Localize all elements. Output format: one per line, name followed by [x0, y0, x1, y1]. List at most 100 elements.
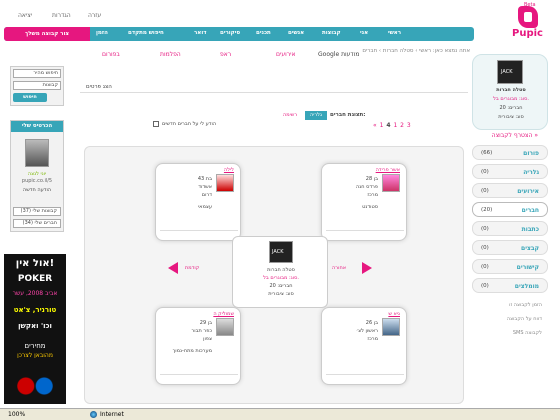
member-city: ראשון לצ׳ [356, 328, 378, 334]
tab-count: (0) [481, 226, 489, 232]
logo-text: Pupic [512, 28, 543, 39]
member-occupation: עצמאי [198, 204, 212, 210]
ad-line: מחירים [24, 342, 46, 350]
tab-forum[interactable]: פורום (66) [472, 145, 548, 160]
tab-members[interactable]: חברים (20) [472, 202, 548, 217]
pager-prev[interactable]: « 1 [373, 122, 384, 129]
user-site[interactable]: pupic.co.il/5 [11, 178, 63, 184]
member-tools[interactable] [160, 230, 238, 237]
member-city: כפר תבור [191, 328, 212, 334]
tab-links[interactable]: קישורים (0) [472, 259, 548, 274]
search-scope-select[interactable]: קבוצות [13, 81, 61, 90]
prev-label[interactable]: קודמת [185, 265, 199, 271]
nav-invite[interactable]: הזמן [96, 30, 108, 39]
avatar[interactable] [25, 139, 49, 167]
member-name[interactable]: שמוליק ה [213, 311, 234, 317]
notify-checkbox[interactable] [153, 121, 159, 127]
view-list-link[interactable]: רשימה [283, 112, 297, 118]
tab-files[interactable]: קבצים (0) [472, 240, 548, 255]
center-group-type: סוג: מבוגרים בל. [263, 275, 299, 281]
pupic-logo[interactable]: Beta Pupic [500, 2, 552, 40]
member-name[interactable]: אשר פרידה [376, 167, 400, 173]
nav-groups[interactable]: קבוצות [322, 30, 341, 39]
notify-label: הודע לי על חברים חדשים [162, 121, 217, 127]
tab-articles[interactable]: כתבות (0) [472, 221, 548, 236]
main-nav: צור קבוצה משלך הזמן חיפוש מתקדם דואר סיק… [4, 27, 474, 41]
subnav-forum[interactable]: בפורום [102, 51, 120, 58]
nav-me[interactable]: אני [360, 30, 368, 39]
subnav-rav[interactable]: ראפ [220, 51, 231, 58]
member-region: מרכז [367, 192, 378, 198]
pager[interactable]: « 1 4 1 2 3 [373, 122, 411, 129]
center-group-members: חברים: 20 [269, 283, 293, 289]
nav-content[interactable]: תכנים [256, 30, 271, 39]
member-card[interactable]: גיא ש בן 26 ראשון לצ׳ מרכז [321, 307, 407, 385]
member-name[interactable]: לילה [224, 167, 234, 173]
view-gallery-button[interactable]: גלריה [305, 111, 327, 120]
member-region: צפון [203, 336, 212, 342]
subnav-events[interactable]: אירועים [276, 51, 295, 58]
member-tools[interactable] [326, 374, 404, 381]
center-group-name: סטלה חברות [267, 267, 295, 273]
pager-current: 4 [386, 122, 392, 129]
create-group-button[interactable]: צור קבוצה משלך [4, 27, 90, 41]
tab-gallery[interactable]: גלריה (0) [472, 164, 548, 179]
help-link[interactable]: עזרה [88, 12, 101, 19]
pager-next[interactable]: 1 2 3 [393, 122, 411, 129]
group-logo[interactable] [497, 60, 523, 84]
invite-to-group-link[interactable]: הזמן לקבוצה זו [472, 302, 542, 308]
my-card-box: הכרטיס שלי יוני לנצה pupic.co.il/5 הודעה… [10, 120, 64, 232]
member-card[interactable]: לילה בת 43 אשדוד דרום עצמאי [155, 163, 241, 241]
join-group-link[interactable]: הצטרף לקבוצה » [472, 132, 548, 139]
member-tools[interactable] [160, 374, 238, 381]
logout-link[interactable]: יציאה [18, 12, 32, 19]
breadcrumb: אתה נמצא כאן: ראשי › סטלה חברות › חברים [362, 48, 470, 54]
new-message-link[interactable]: הודעה חדשה [11, 187, 63, 193]
nav-reviews[interactable]: סיקורים [220, 30, 240, 39]
group-members: חברים: 20 [499, 105, 523, 111]
member-photo[interactable] [216, 174, 234, 192]
tab-events[interactable]: אירועים (0) [472, 183, 548, 198]
report-group-link[interactable]: דווח על הקבוצה [472, 316, 542, 322]
member-name[interactable]: גיא ש [388, 311, 400, 317]
ad-line: וכו' ואקשן [18, 322, 52, 330]
subnav-prices[interactable]: הפלמות [160, 51, 181, 58]
tab-label: גלריה [523, 169, 539, 176]
user-name[interactable]: יוני לנצה [11, 171, 63, 177]
nav-people[interactable]: אנשים [288, 30, 304, 39]
settings-link[interactable]: הגדרות [52, 12, 71, 19]
logo-tag: Beta [524, 2, 536, 8]
tab-recommended[interactable]: מומלצים (0) [472, 278, 548, 293]
my-groups-select[interactable]: קבוצות שלי (37) [13, 207, 61, 216]
search-button[interactable]: חיפוש [13, 93, 47, 102]
poker-chips-icon [12, 372, 58, 400]
member-photo[interactable] [382, 318, 400, 336]
group-center-card[interactable]: סטלה חברות סוג: מבוגרים בל. חברים: 20 סו… [232, 236, 328, 308]
tab-label: כתבות [521, 226, 539, 233]
tab-count: (20) [481, 207, 493, 213]
group-logo[interactable] [269, 241, 293, 263]
poker-ad-banner[interactable]: אול אין! POKER אביב 2008, עשר טורניר, צ'… [4, 254, 66, 404]
nav-home[interactable]: ראשי [388, 30, 401, 39]
tab-label: אירועים [517, 188, 539, 195]
ad-line: אביב 2008, עשר [12, 290, 58, 297]
member-photo[interactable] [382, 174, 400, 192]
sms-group-link[interactable]: SMS לקבוצה [472, 330, 542, 336]
top-bar: יציאה הגדרות עזרה [0, 0, 560, 28]
next-label[interactable]: אחורה [332, 265, 346, 271]
member-tools[interactable] [326, 230, 404, 237]
group-type: סוג: מבוגרים בל. [493, 96, 529, 102]
member-card[interactable]: אשר פרידה בן 28 פרדס חנה מרכז סטודנט [321, 163, 407, 241]
arrow-left-icon[interactable] [168, 262, 178, 274]
my-friends-select[interactable]: חברים שלי (34) [13, 219, 61, 228]
member-photo[interactable] [216, 318, 234, 336]
arrow-right-icon[interactable] [362, 262, 372, 274]
divider [80, 92, 468, 93]
zoom-level[interactable]: 100% [8, 411, 25, 418]
show-details-link[interactable]: הצג פרטים [86, 84, 112, 90]
member-card[interactable]: שמוליק ה בן 29 כפר תבור צפון מערכות מתח-… [155, 307, 241, 385]
search-input[interactable]: חיפוש מהיר [13, 69, 61, 78]
nav-mail[interactable]: דואר [194, 30, 206, 39]
my-card-title: הכרטיס שלי [11, 121, 63, 132]
nav-advanced-search[interactable]: חיפוש מתקדם [128, 30, 164, 39]
